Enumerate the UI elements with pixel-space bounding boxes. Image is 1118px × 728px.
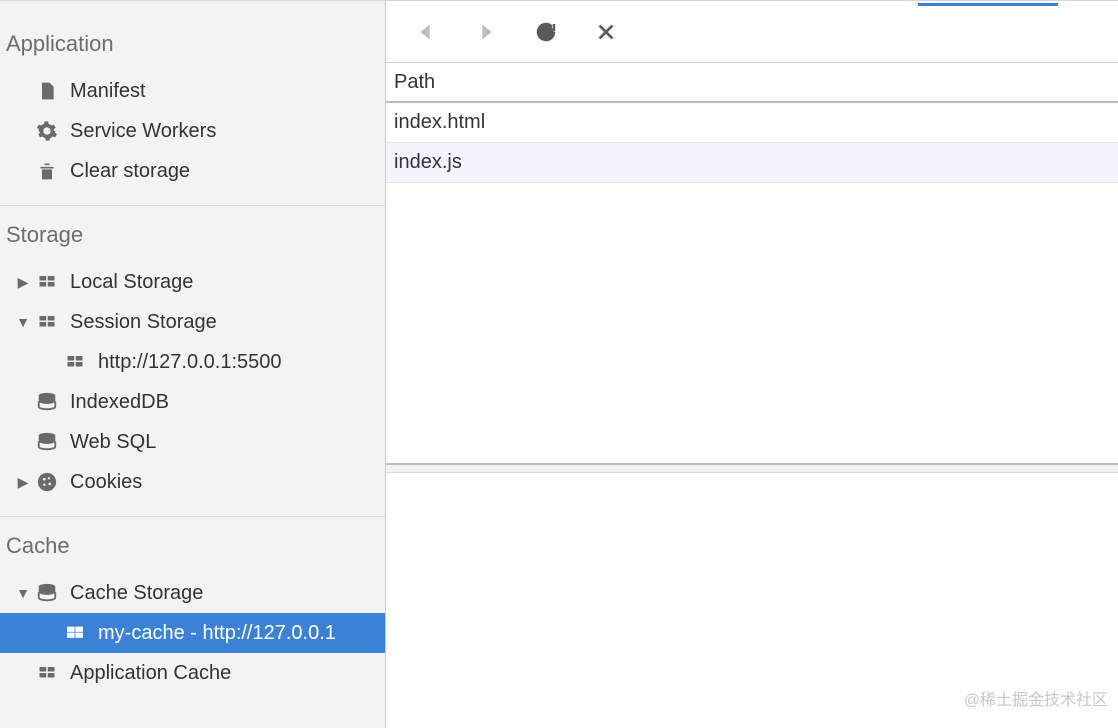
file-icon [34,78,60,104]
sidebar-item-label: my-cache - http://127.0.0.1 [98,622,336,645]
watermark-text: @稀土掘金技术社区 [964,686,1108,710]
chevron-down-icon[interactable]: ▼ [14,585,32,601]
cookie-icon [34,469,60,495]
sidebar-item-label: IndexedDB [70,391,169,414]
section-title-application: Application [0,21,385,71]
table-icon [34,269,60,295]
sidebar-item-label: Session Storage [70,311,217,334]
sidebar-item-label: Web SQL [70,431,156,454]
gear-icon [34,118,60,144]
sidebar-item-cache-storage[interactable]: ▼ Cache Storage [0,573,385,613]
section-title-cache: Cache [0,523,385,573]
trash-icon [34,158,60,184]
sidebar-item-label: Service Workers [70,120,216,143]
sidebar-item-my-cache[interactable]: my-cache - http://127.0.0.1 [0,613,385,653]
cache-toolbar [386,1,1118,63]
database-icon [34,429,60,455]
sidebar-item-label: Application Cache [70,662,231,685]
cache-entries-table: index.html index.js [386,103,1118,183]
section-title-storage: Storage [0,212,385,262]
back-button[interactable] [412,18,440,46]
sidebar-item-websql[interactable]: Web SQL [0,422,385,462]
refresh-button[interactable] [532,18,560,46]
table-header-path[interactable]: Path [386,63,1118,103]
sidebar-item-session-storage[interactable]: ▼ Session Storage [0,302,385,342]
sidebar-item-local-storage[interactable]: ▶ Local Storage [0,262,385,302]
section-divider [0,516,385,517]
table-row[interactable]: index.html [386,103,1118,143]
forward-button[interactable] [472,18,500,46]
close-button[interactable] [592,18,620,46]
sidebar-item-cookies[interactable]: ▶ Cookies [0,462,385,502]
table-row[interactable]: index.js [386,143,1118,183]
database-icon [34,580,60,606]
cell-path: index.js [394,151,462,174]
application-sidebar: Application Manifest Service Workers [0,0,386,728]
section-divider [0,205,385,206]
sidebar-item-indexeddb[interactable]: IndexedDB [0,382,385,422]
sidebar-item-label: Cookies [70,471,142,494]
chevron-right-icon[interactable]: ▶ [14,274,32,291]
cell-path: index.html [394,111,485,134]
active-tab-indicator [918,0,1058,6]
sidebar-item-session-storage-origin[interactable]: http://127.0.0.1:5500 [0,342,385,382]
sidebar-item-label: Clear storage [70,160,190,183]
sidebar-item-label: http://127.0.0.1:5500 [98,351,282,374]
split-pane-divider[interactable] [386,463,1118,473]
sidebar-item-label: Cache Storage [70,582,203,605]
sidebar-item-service-workers[interactable]: Service Workers [0,111,385,151]
sidebar-item-label: Manifest [70,80,146,103]
table-icon [34,660,60,686]
table-icon [62,620,88,646]
main-panel: Path index.html index.js [386,0,1118,728]
table-icon [34,309,60,335]
chevron-right-icon[interactable]: ▶ [14,474,32,491]
chevron-down-icon[interactable]: ▼ [14,314,32,330]
database-icon [34,389,60,415]
table-icon [62,349,88,375]
sidebar-item-clear-storage[interactable]: Clear storage [0,151,385,191]
sidebar-item-application-cache[interactable]: Application Cache [0,653,385,693]
sidebar-item-manifest[interactable]: Manifest [0,71,385,111]
sidebar-item-label: Local Storage [70,271,193,294]
column-header-label: Path [394,71,435,94]
